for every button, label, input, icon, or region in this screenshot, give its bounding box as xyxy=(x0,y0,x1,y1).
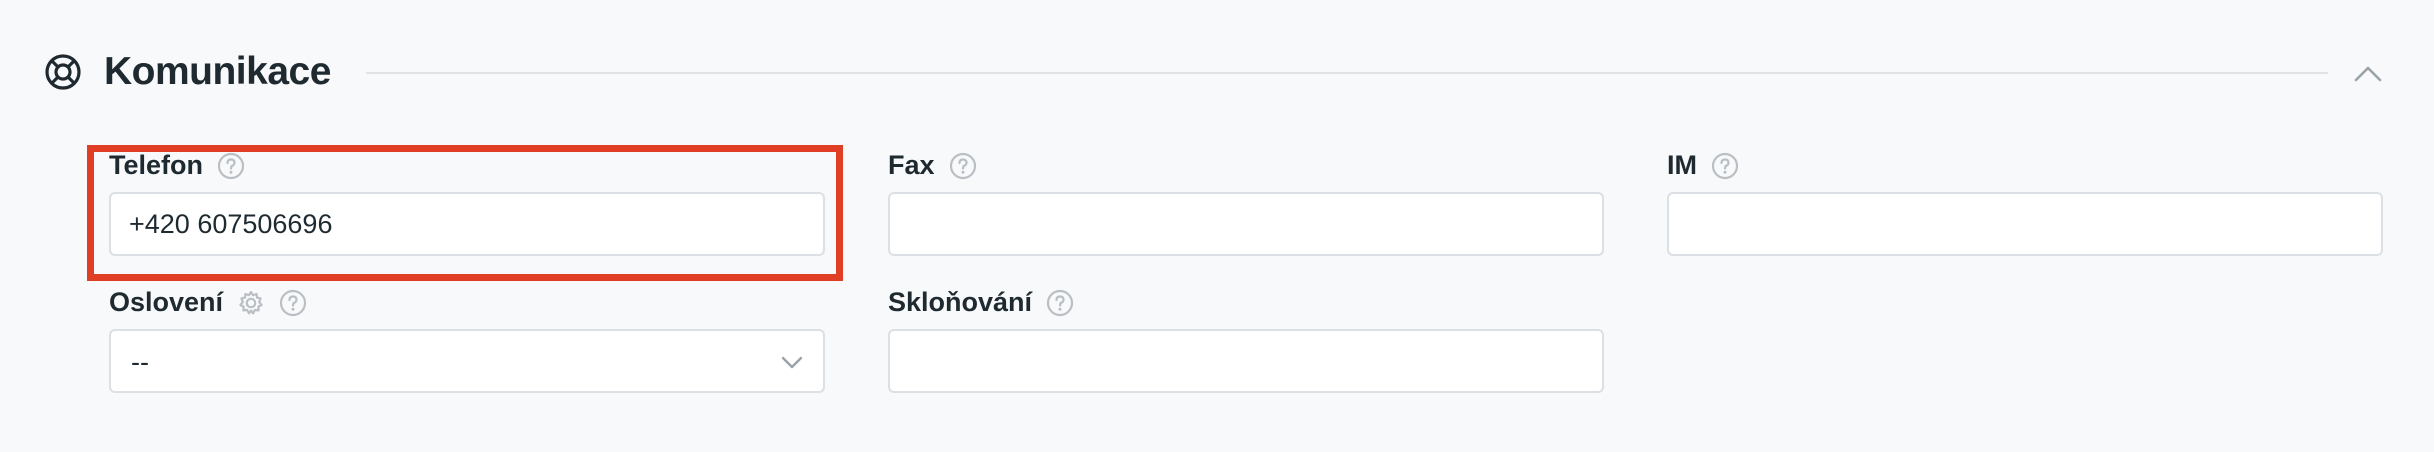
section-header: Komunikace xyxy=(44,40,2400,104)
im-label: IM xyxy=(1667,150,1697,180)
osloveni-select[interactable]: -- xyxy=(109,329,825,393)
help-icon[interactable] xyxy=(1046,289,1074,317)
fax-input[interactable] xyxy=(888,192,1604,256)
sklonovani-input[interactable] xyxy=(888,329,1604,393)
gear-icon[interactable] xyxy=(237,289,265,317)
sklonovani-label: Skloňování xyxy=(888,287,1033,317)
chevron-up-icon[interactable] xyxy=(2350,56,2386,92)
section-title: Komunikace xyxy=(104,50,331,93)
help-icon[interactable] xyxy=(217,152,245,180)
help-icon[interactable] xyxy=(279,289,307,317)
lifebuoy-icon xyxy=(45,54,81,90)
osloveni-label: Oslovení xyxy=(109,287,224,317)
section-divider xyxy=(366,72,2328,74)
help-icon[interactable] xyxy=(1711,152,1739,180)
telefon-label: Telefon xyxy=(109,150,203,180)
help-icon[interactable] xyxy=(949,152,977,180)
fax-label: Fax xyxy=(888,150,935,180)
telefon-input[interactable] xyxy=(109,192,825,256)
osloveni-selected-value: -- xyxy=(131,347,149,377)
chevron-down-icon xyxy=(781,356,803,369)
im-input[interactable] xyxy=(1667,192,2383,256)
